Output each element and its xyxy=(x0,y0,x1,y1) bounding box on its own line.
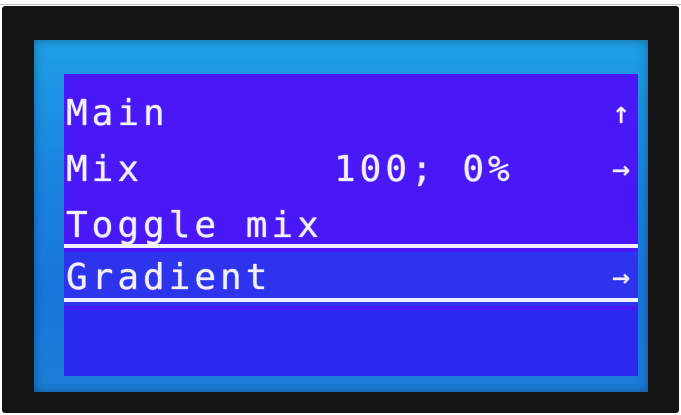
selection-bottom-rule xyxy=(64,298,638,302)
menu-item-label: Main xyxy=(66,93,169,134)
menu-item-label: Gradient xyxy=(66,257,272,298)
right-arrow-icon: → xyxy=(611,260,630,295)
up-return-arrow-icon: ↑ xyxy=(611,96,630,131)
selection-top-rule xyxy=(64,244,638,248)
top-rule xyxy=(0,0,681,5)
menu-item-main[interactable]: Main ↑ xyxy=(64,88,638,140)
lcd-screen: Main ↑ Mix 100; 0% → Toggle mix Gradient… xyxy=(64,74,638,376)
menu-item-mix[interactable]: Mix 100; 0% → xyxy=(64,144,638,196)
right-arrow-icon: → xyxy=(611,152,630,187)
mix-value: 100; 0% xyxy=(334,149,514,190)
menu-item-label: Mix xyxy=(66,149,144,190)
